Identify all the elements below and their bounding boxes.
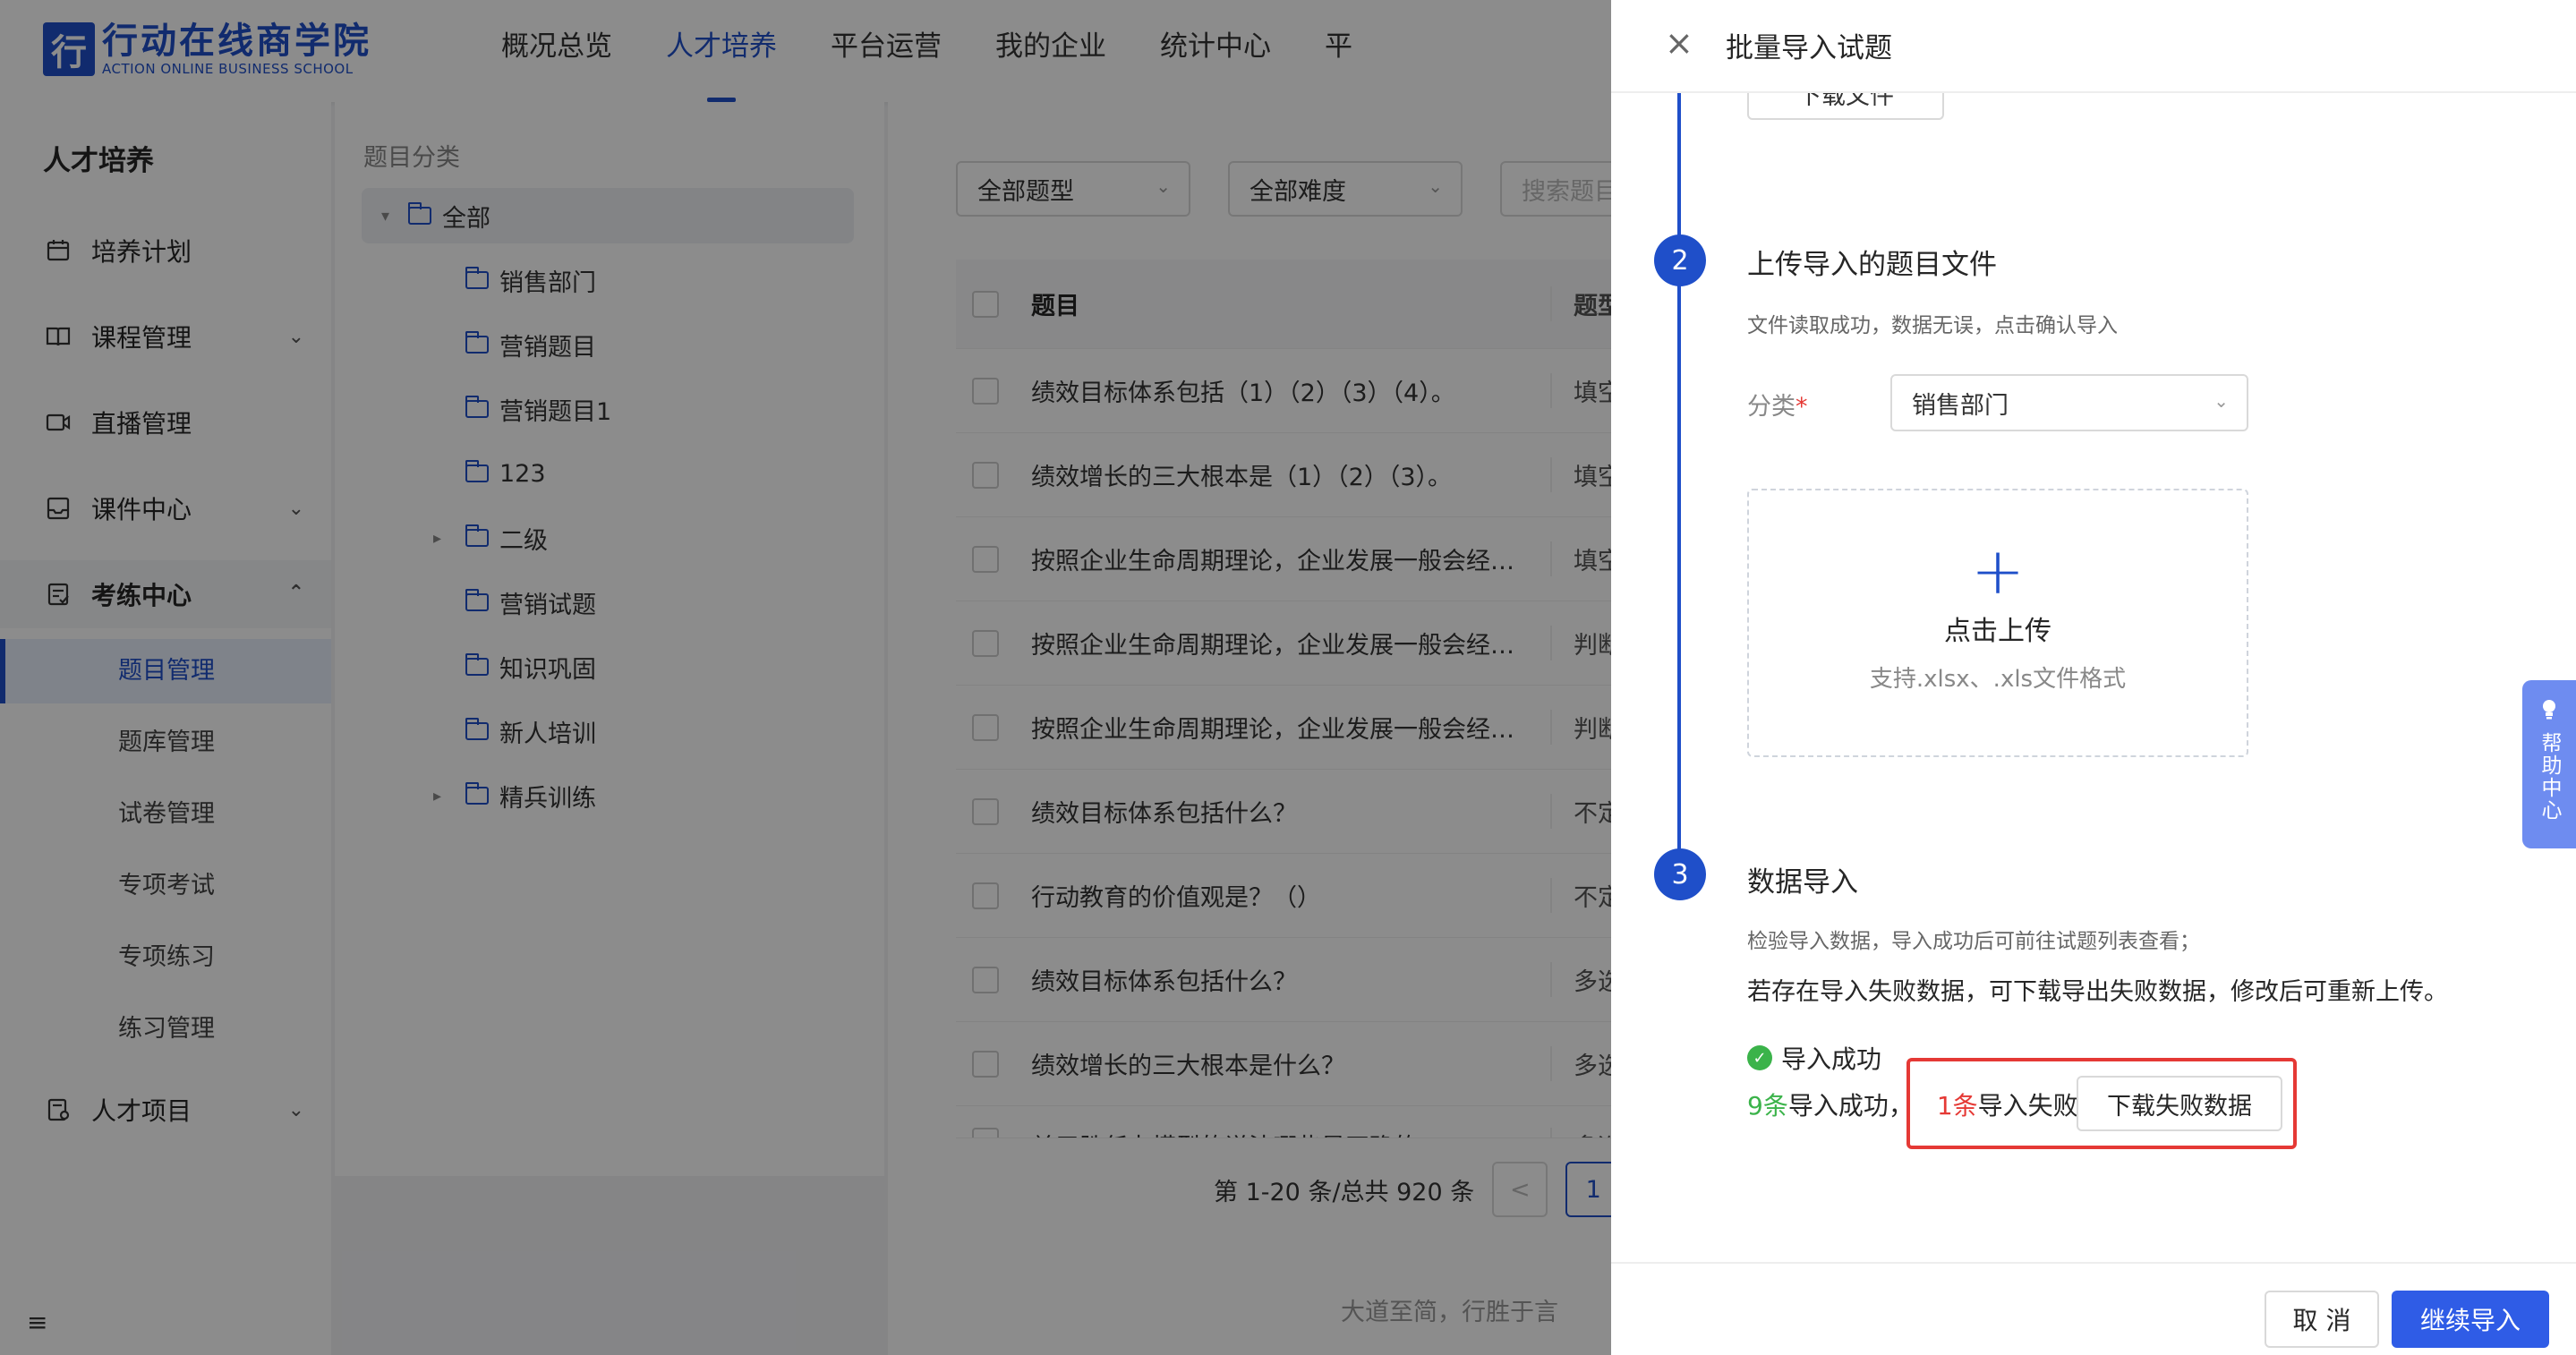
chevron-down-icon: ⌄ — [2213, 390, 2229, 412]
category-select[interactable]: 销售部门 ⌄ — [1890, 374, 2248, 431]
plus-icon: + — [1970, 533, 2026, 609]
upload-hint: 支持.xlsx、.xls文件格式 — [1869, 666, 2127, 693]
drawer-title: 批量导入试题 — [1726, 32, 1892, 64]
category-select-value: 销售部门 — [1912, 391, 2009, 420]
import-status-label: 导入成功 — [1781, 1044, 1882, 1074]
step-timeline — [1677, 93, 1681, 872]
step-2-badge: 2 — [1654, 234, 1706, 286]
step-2-desc: 文件读取成功，数据无误，点击确认导入 — [1747, 314, 2118, 337]
success-text: 导入成功， — [1787, 1091, 1914, 1121]
import-status: ✓ 导入成功 — [1747, 1040, 1881, 1076]
required-mark: * — [1796, 393, 1808, 421]
help-center-label: 帮助中心 — [2538, 732, 2561, 822]
cancel-button[interactable]: 取 消 — [2265, 1291, 2379, 1348]
step-3-desc2: 若存在导入失败数据，可下载导出失败数据，修改后可重新上传。 — [1747, 978, 2448, 1006]
help-center-tab[interactable]: 帮助中心 — [2522, 680, 2576, 848]
drawer-footer: 取 消 继续导入 — [1611, 1262, 2576, 1355]
lightbulb-icon — [2539, 698, 2559, 727]
download-fail-data-button[interactable]: 下载失败数据 — [2077, 1076, 2282, 1131]
import-drawer: 下载文件 × 批量导入试题 2 上传导入的题目文件 文件读取成功，数据无误，点击… — [1611, 0, 2576, 1355]
upload-dropzone[interactable]: + 点击上传 支持.xlsx、.xls文件格式 — [1747, 489, 2248, 757]
modal-mask[interactable] — [0, 0, 1611, 1355]
step-3-desc: 检验导入数据，导入成功后可前往试题列表查看； — [1747, 930, 2200, 953]
category-label: 分类* — [1747, 387, 1808, 422]
close-icon[interactable]: × — [1665, 23, 1693, 63]
check-circle-icon: ✓ — [1747, 1045, 1772, 1070]
step-2-title: 上传导入的题目文件 — [1747, 249, 1997, 281]
drawer-header: × 批量导入试题 — [1611, 0, 2576, 93]
continue-import-button[interactable]: 继续导入 — [2392, 1291, 2549, 1348]
success-count: 9条 — [1747, 1091, 1788, 1121]
step-3-title: 数据导入 — [1747, 866, 1858, 899]
upload-title: 点击上传 — [1944, 616, 2051, 647]
step-3-badge: 3 — [1654, 848, 1706, 900]
category-label-text: 分类 — [1747, 393, 1796, 421]
